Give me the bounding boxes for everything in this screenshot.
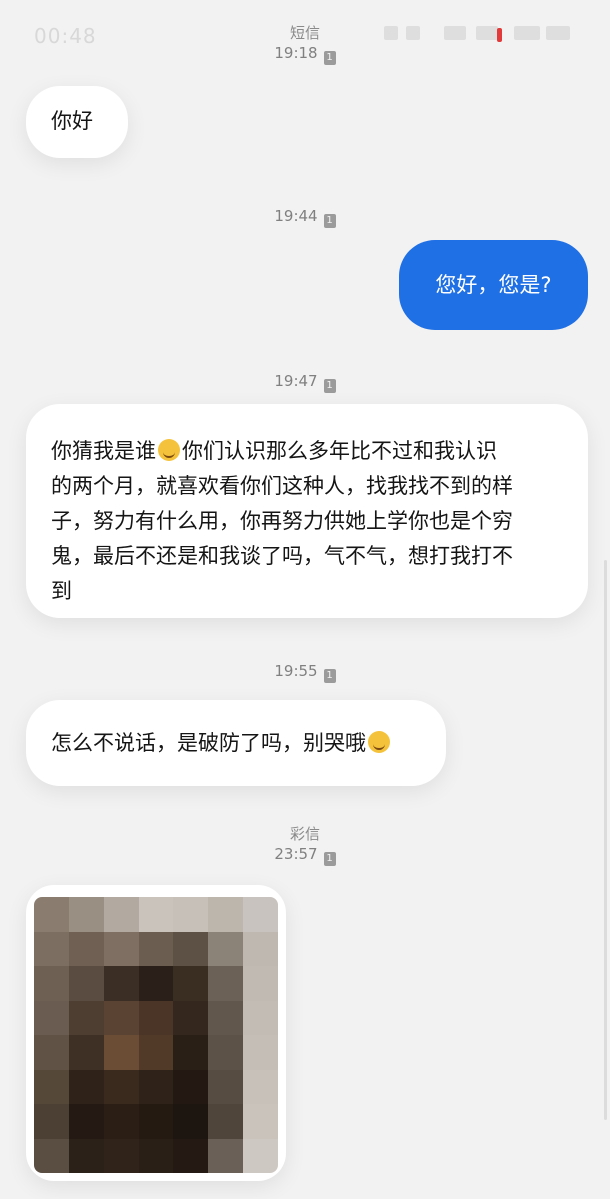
mosaic-tile [68, 1000, 104, 1035]
mosaic-tile [34, 966, 69, 1001]
mosaic-tile [138, 966, 174, 1001]
mosaic-tile [34, 1035, 69, 1070]
mosaic-tile [103, 1035, 139, 1070]
sim-icon: 1 [323, 669, 336, 683]
mosaic-tile [34, 1138, 69, 1173]
message-line: 到 [51, 579, 72, 603]
mosaic-tile [68, 1138, 104, 1173]
sim-icon: 1 [323, 852, 336, 866]
rolling-on-floor-laughing-icon [158, 439, 180, 461]
mosaic-tile [103, 1138, 139, 1173]
mms-image[interactable] [34, 897, 278, 1173]
mosaic-tile [138, 931, 174, 966]
incoming-message[interactable]: 你猜我是谁 你们认识那么多年比不过和我认识 的两个月，就喜欢看你们这种人，找我找不… [26, 404, 588, 618]
mosaic-tile [243, 897, 278, 932]
message-line: 鬼，最后不还是和我谈了吗，气不气，想打我打不 [51, 544, 513, 568]
incoming-message[interactable]: 怎么不说话，是破防了吗，别哭哦 [26, 700, 446, 786]
tears-of-joy-icon [368, 731, 390, 753]
mosaic-tile [103, 897, 139, 932]
timestamp: 19:18 1 [0, 44, 610, 65]
mosaic-tile [173, 1035, 209, 1070]
mosaic-tile [243, 1035, 278, 1070]
mosaic-tile [173, 1069, 209, 1104]
mosaic-tile [208, 966, 244, 1001]
mosaic-tile [34, 897, 69, 932]
mosaic-tile [103, 966, 139, 1001]
mosaic-tile [68, 1035, 104, 1070]
message-text: 您好，您是? [435, 273, 552, 297]
mosaic-tile [34, 1069, 69, 1104]
sim-icon: 1 [323, 379, 336, 393]
mosaic-tile [208, 1138, 244, 1173]
message-line: 子，努力有什么用，你再努力供她上学你也是个穷 [51, 509, 513, 533]
mosaic-tile [138, 1138, 174, 1173]
mosaic-tile [138, 1104, 174, 1139]
outgoing-message[interactable]: 您好，您是? [399, 240, 588, 330]
mosaic-tile [173, 931, 209, 966]
mosaic-tile [208, 897, 244, 932]
mosaic-tile [103, 1069, 139, 1104]
timestamp: 23:57 1 [0, 845, 610, 866]
incoming-message[interactable]: 你好 [26, 86, 128, 158]
mosaic-tile [68, 1069, 104, 1104]
mosaic-tile [138, 897, 174, 932]
scrollbar[interactable] [604, 560, 607, 1120]
mosaic-tile [243, 931, 278, 966]
mosaic-tile [208, 1104, 244, 1139]
mosaic-tile [208, 1069, 244, 1104]
sim-icon: 1 [323, 214, 336, 228]
mosaic-tile [243, 966, 278, 1001]
mosaic-tile [68, 931, 104, 966]
mosaic-tile [243, 1104, 278, 1139]
message-text: 你好 [51, 109, 93, 133]
mosaic-tile [173, 1104, 209, 1139]
mosaic-tile [173, 1000, 209, 1035]
mms-label: 彩信 [289, 825, 320, 843]
mosaic-tile [138, 1000, 174, 1035]
mosaic-tile [173, 1138, 209, 1173]
mosaic-tile [68, 966, 104, 1001]
mosaic-tile [173, 897, 209, 932]
mosaic-tile [68, 897, 104, 932]
mosaic-tile [34, 1104, 69, 1139]
mosaic-tile [138, 1069, 174, 1104]
sim-icon: 1 [323, 51, 336, 65]
message-line: 你猜我是谁 你们认识那么多年比不过和我认识 [51, 439, 497, 463]
timestamp: 19:47 1 [0, 372, 610, 393]
mosaic-tile [34, 1000, 69, 1035]
mosaic-tile [243, 1000, 278, 1035]
mosaic-tile [103, 1000, 139, 1035]
mosaic-tile [103, 1104, 139, 1139]
timestamp: 19:55 1 [0, 662, 610, 683]
mosaic-tile [173, 966, 209, 1001]
message-text: 怎么不说话，是破防了吗，别哭哦 [51, 731, 366, 755]
mosaic-tile [138, 1035, 174, 1070]
mosaic-tile [68, 1104, 104, 1139]
mosaic-tile [243, 1138, 278, 1173]
mosaic-tile [208, 1035, 244, 1070]
mosaic-tile [208, 1000, 244, 1035]
mosaic-tile [103, 931, 139, 966]
mosaic-tile [208, 931, 244, 966]
timestamp: 19:44 1 [0, 207, 610, 228]
header-title: 短信 [289, 24, 320, 42]
message-line: 的两个月，就喜欢看你们这种人，找我找不到的样 [51, 474, 513, 498]
mosaic-tile [34, 931, 69, 966]
mosaic-tile [243, 1069, 278, 1104]
